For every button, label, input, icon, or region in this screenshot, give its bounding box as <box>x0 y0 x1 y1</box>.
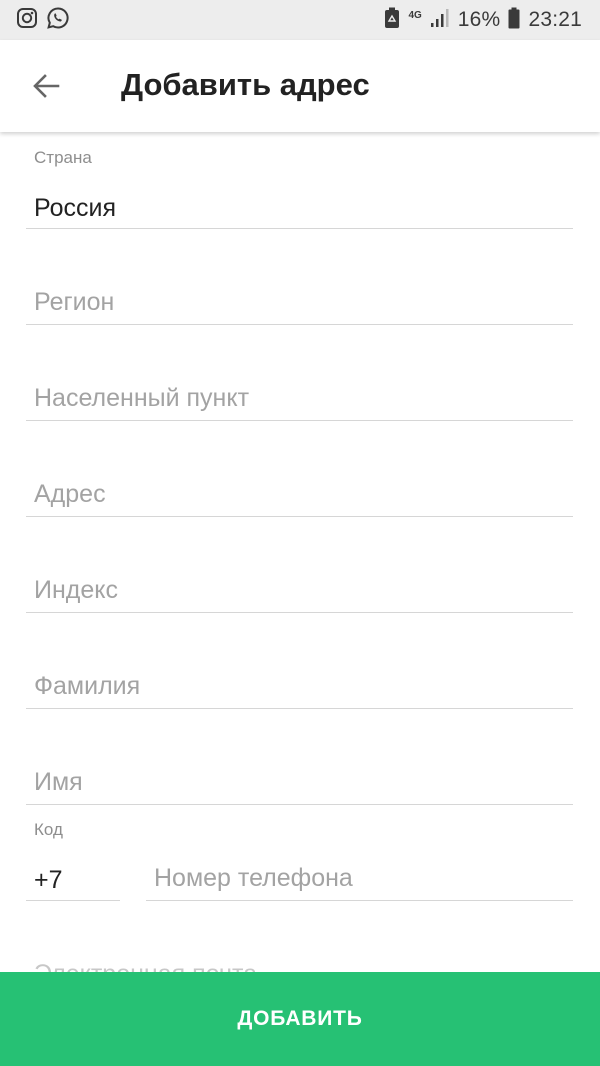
email-placeholder: Электронная почта <box>34 960 257 972</box>
whatsapp-icon <box>46 6 70 35</box>
add-button[interactable]: ДОБАВИТЬ <box>0 972 600 1066</box>
locality-placeholder: Населенный пункт <box>34 384 250 412</box>
postal-code-field[interactable]: Индекс <box>26 516 573 613</box>
recycle-box-icon <box>384 7 400 34</box>
last-name-field[interactable]: Фамилия <box>26 612 573 709</box>
status-bar-left <box>16 6 78 35</box>
status-bar-right: 4G 16% 23:21 <box>376 7 582 34</box>
country-field[interactable]: Страна Россия <box>26 132 573 229</box>
app-bar: Добавить адрес <box>0 40 600 132</box>
network-4g-icon: 4G <box>408 10 422 21</box>
battery-icon <box>508 7 520 34</box>
first-name-field[interactable]: Имя <box>26 708 573 805</box>
address-field[interactable]: Адрес <box>26 420 573 517</box>
signal-icon <box>430 8 450 33</box>
clock: 23:21 <box>528 8 582 31</box>
phone-number-field[interactable]: Номер телефона <box>146 804 573 901</box>
country-label: Страна <box>34 148 92 167</box>
locality-field[interactable]: Населенный пункт <box>26 324 573 421</box>
postal-code-placeholder: Индекс <box>34 576 118 604</box>
status-bar: 4G 16% 23:21 <box>0 0 600 40</box>
back-button[interactable] <box>22 66 70 110</box>
region-field[interactable]: Регион <box>26 228 573 325</box>
country-value: Россия <box>34 194 116 222</box>
battery-percent: 16% <box>457 8 501 31</box>
phone-code-field[interactable]: Код +7 <box>26 804 120 901</box>
phone-code-value: +7 <box>34 866 63 894</box>
email-field[interactable]: Электронная почта <box>26 900 573 972</box>
address-form: Страна Россия Регион Населенный пункт Ад… <box>0 132 600 972</box>
phone-code-label: Код <box>34 820 63 839</box>
instagram-icon <box>16 7 38 34</box>
last-name-placeholder: Фамилия <box>34 672 141 700</box>
phone-number-placeholder: Номер телефона <box>154 864 353 892</box>
region-placeholder: Регион <box>34 288 115 316</box>
arrow-left-icon <box>32 72 60 105</box>
page-title: Добавить адрес <box>121 67 370 102</box>
first-name-placeholder: Имя <box>34 768 83 796</box>
address-placeholder: Адрес <box>34 480 106 508</box>
